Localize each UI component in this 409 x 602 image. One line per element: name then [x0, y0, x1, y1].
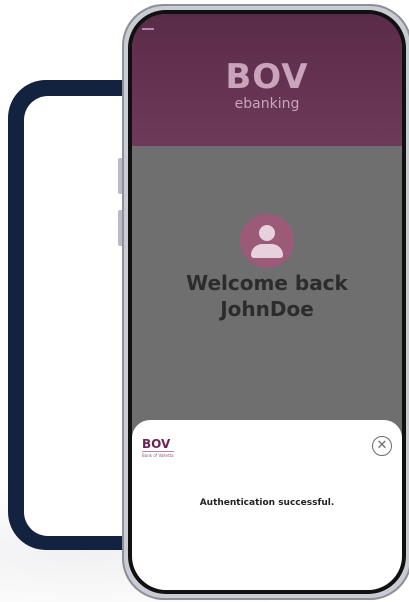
bank-logo: BOV Bank of Valletta	[142, 438, 174, 458]
logo-text: BOV	[225, 57, 309, 97]
username-text: JohnDoe	[220, 297, 314, 321]
bank-logo-mark: BOV	[142, 437, 171, 451]
avatar-head	[259, 225, 275, 241]
logo-subtitle: ebanking	[234, 96, 300, 112]
authentication-sheet: BOV Bank of Valletta ✕ Authentication su…	[132, 420, 402, 590]
bank-logo-tagline: Bank of Valletta	[142, 451, 174, 458]
avatar-body	[251, 244, 283, 258]
authentication-status: Authentication successful.	[199, 498, 335, 508]
user-avatar-icon	[240, 214, 294, 268]
close-icon[interactable]: ✕	[372, 436, 392, 456]
phone-frame: BOV ebanking Welcome back JohnDoe BOV Ba…	[122, 4, 409, 600]
app-header: BOV ebanking	[132, 14, 402, 146]
phone-bezel: BOV ebanking Welcome back JohnDoe BOV Ba…	[128, 10, 406, 594]
welcome-text: Welcome back	[186, 271, 348, 295]
menu-icon[interactable]	[142, 28, 154, 30]
bov-logo: BOV ebanking	[132, 60, 402, 112]
phone-screen: BOV ebanking Welcome back JohnDoe BOV Ba…	[132, 14, 402, 590]
